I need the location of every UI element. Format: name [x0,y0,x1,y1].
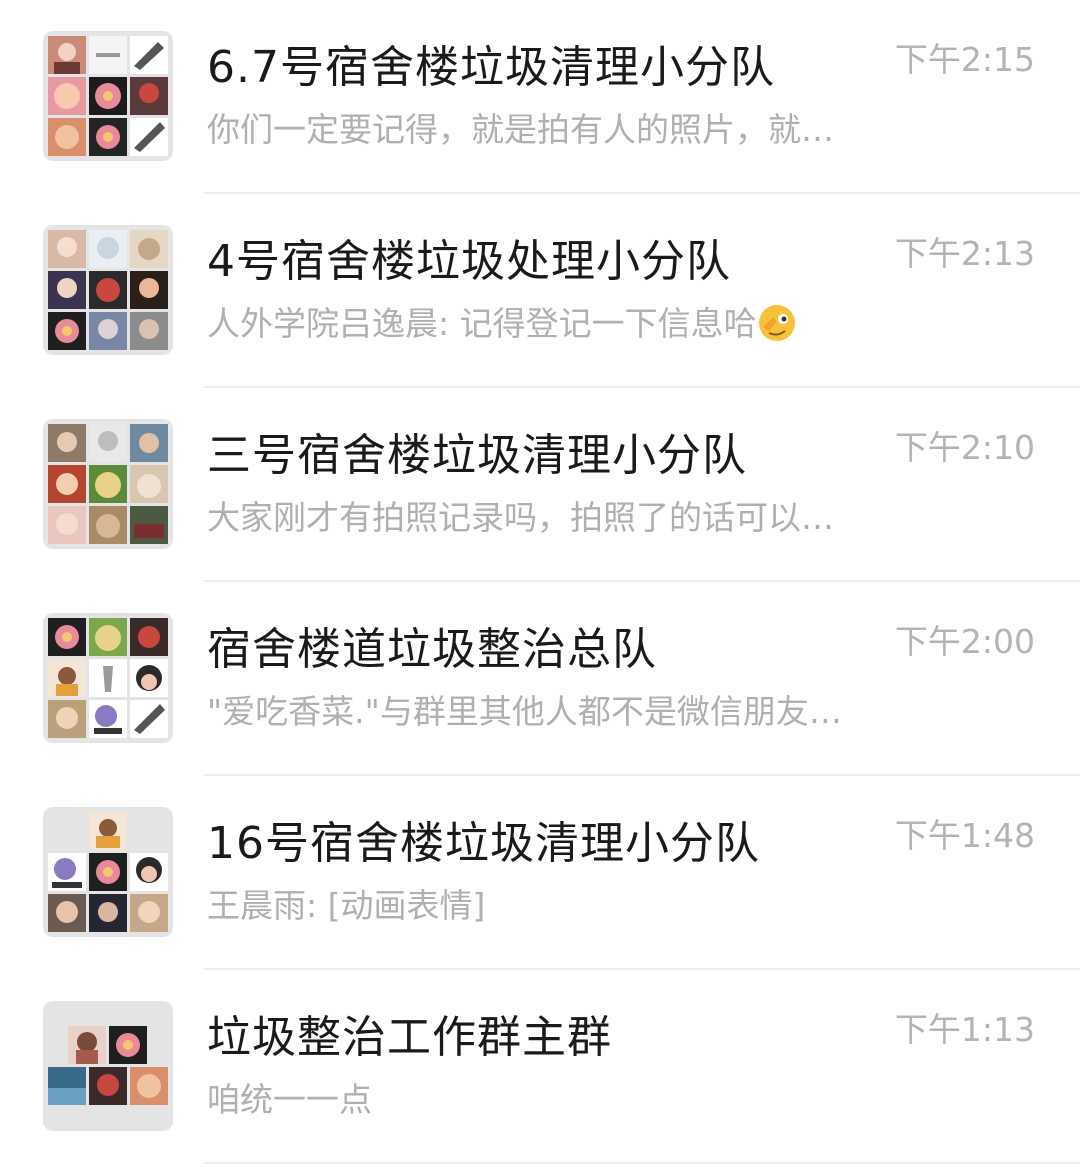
chat-time: 下午2:00 [894,622,1035,661]
chat-title: 三号宿舍楼垃圾清理小分队 [207,430,747,481]
avatar-collage-icon [48,618,168,738]
chat-time: 下午1:13 [894,1010,1035,1049]
avatar-collage-icon [48,36,168,156]
chat-title: 4号宿舍楼垃圾处理小分队 [207,236,731,287]
chat-row[interactable]: 4号宿舍楼垃圾处理小分队 下午2:13 人外学院吕逸晨: 记得登记一下信息哈 [0,194,1080,388]
chat-preview: 王晨雨: [动画表情] [207,886,486,925]
chat-row[interactable]: 三号宿舍楼垃圾清理小分队 下午2:10 大家刚才有拍照记录吗，拍照了的话可以… [0,388,1080,582]
chat-title: 宿舍楼道垃圾整治总队 [207,624,657,675]
group-avatar [43,31,173,161]
chat-time: 下午2:10 [894,428,1035,467]
avatar-collage-icon [48,1026,168,1105]
avatar-collage-icon [48,230,168,350]
group-avatar [43,225,173,355]
group-avatar [43,419,173,549]
chat-time: 下午2:15 [894,40,1035,79]
chat-title: 垃圾整治工作群主群 [207,1012,612,1063]
chat-preview-text: 人外学院吕逸晨: 记得登记一下信息哈 [207,304,757,343]
chat-title: 16号宿舍楼垃圾清理小分队 [207,818,760,869]
chat-list: 6.7号宿舍楼垃圾清理小分队 下午2:15 你们一定要记得，就是拍有人的照片，就… [0,0,1080,1169]
chat-preview: 人外学院吕逸晨: 记得登记一下信息哈 [207,300,877,348]
chat-time: 下午2:13 [894,234,1035,273]
chat-row[interactable]: 6.7号宿舍楼垃圾清理小分队 下午2:15 你们一定要记得，就是拍有人的照片，就… [0,0,1080,194]
chat-preview: 你们一定要记得，就是拍有人的照片，就… [207,110,834,149]
chat-row[interactable]: 宿舍楼道垃圾整治总队 下午2:00 "爱吃香菜."与群里其他人都不是微信朋友… [0,582,1080,776]
chat-preview: 大家刚才有拍照记录吗，拍照了的话可以… [207,498,834,537]
group-avatar [43,807,173,937]
chat-title: 6.7号宿舍楼垃圾清理小分队 [207,42,775,93]
avatar-collage-icon [48,424,168,544]
chat-preview: "爱吃香菜."与群里其他人都不是微信朋友… [207,692,842,731]
chat-row[interactable]: 16号宿舍楼垃圾清理小分队 下午1:48 王晨雨: [动画表情] [0,776,1080,970]
chat-time: 下午1:48 [894,816,1035,855]
chat-row[interactable]: 垃圾整治工作群主群 下午1:13 咱统一一点 [0,970,1080,1164]
group-avatar [43,1001,173,1131]
avatar-collage-icon [48,812,168,932]
divider [204,1162,1080,1164]
face-emoji-icon [758,305,795,341]
chat-preview: 咱统一一点 [207,1080,372,1119]
group-avatar [43,613,173,743]
